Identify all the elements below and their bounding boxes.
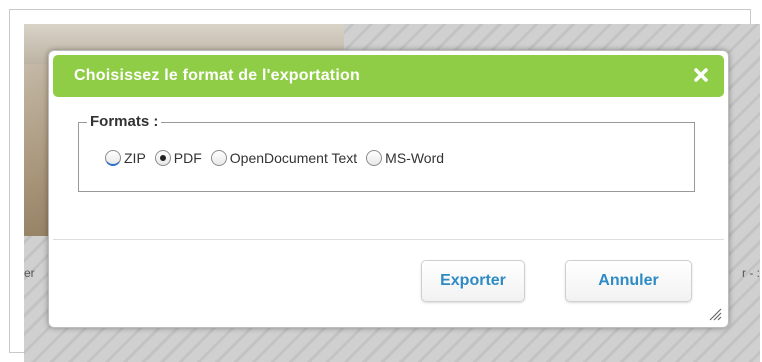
formats-fieldset: Formats : ZIP PDF OpenDocument Text MS-W… — [78, 113, 695, 192]
radio-msword[interactable] — [366, 150, 383, 166]
radio-zip[interactable] — [105, 150, 121, 166]
format-option-pdf[interactable]: PDF — [154, 150, 202, 166]
background-text-right: r - : — [742, 266, 760, 280]
close-icon[interactable] — [691, 65, 711, 85]
dialog-titlebar[interactable]: Choisissez le format de l'exportation — [53, 55, 724, 97]
resize-handle-icon[interactable] — [708, 307, 722, 321]
format-options: ZIP PDF OpenDocument Text MS-Word — [105, 150, 453, 166]
format-option-label: PDF — [173, 150, 202, 166]
export-button[interactable]: Exporter — [421, 260, 525, 302]
dialog-title: Choisissez le format de l'exportation — [74, 67, 360, 84]
radio-pdf[interactable] — [154, 150, 171, 166]
formats-legend: Formats : — [87, 113, 162, 130]
background-text-left: er — [24, 266, 35, 280]
export-format-dialog: Choisissez le format de l'exportation Fo… — [48, 50, 729, 328]
format-option-label: OpenDocument Text — [229, 150, 358, 166]
format-option-zip[interactable]: ZIP — [105, 150, 146, 166]
cancel-button[interactable]: Annuler — [565, 260, 692, 302]
format-option-label: ZIP — [124, 150, 146, 166]
dialog-separator — [53, 239, 724, 240]
format-option-label: MS-Word — [385, 150, 445, 166]
format-option-odt[interactable]: OpenDocument Text — [210, 150, 358, 166]
radio-odt[interactable] — [210, 150, 227, 166]
format-option-msword[interactable]: MS-Word — [366, 150, 444, 166]
